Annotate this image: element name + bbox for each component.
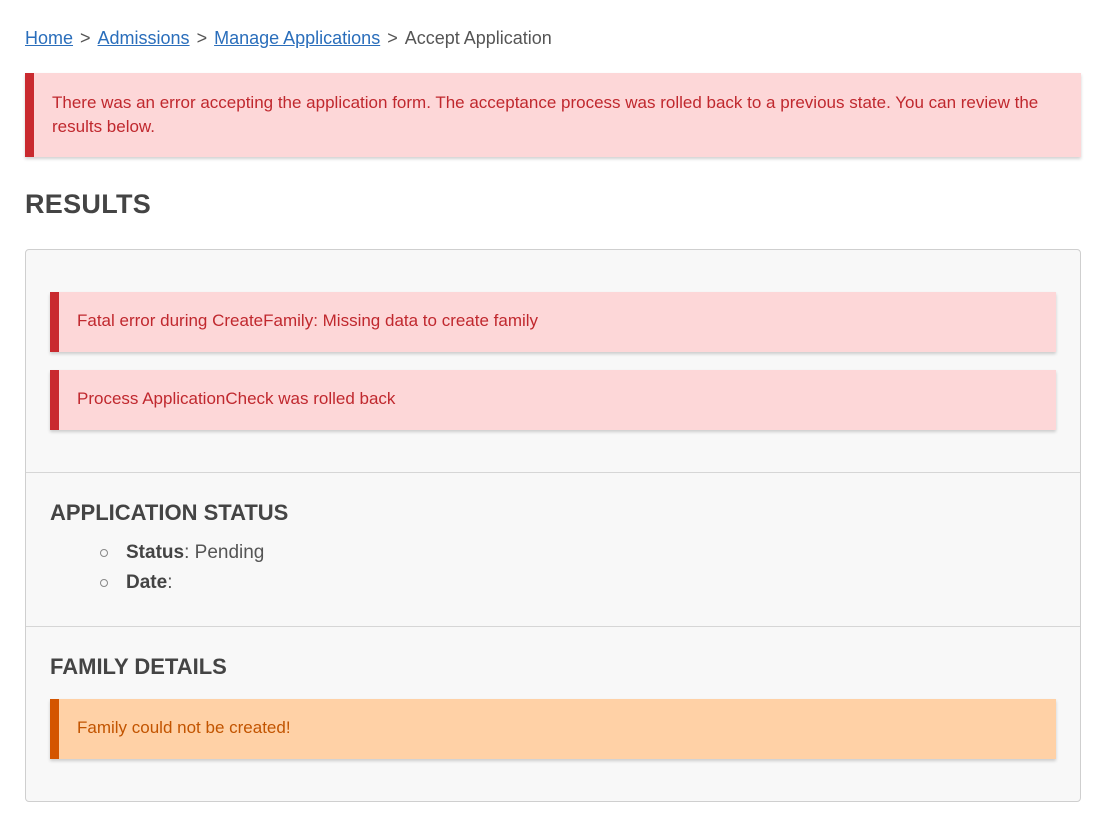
breadcrumb-home-link[interactable]: Home — [25, 28, 73, 48]
status-label: Status — [126, 542, 185, 563]
fatal-error-message: Fatal error during CreateFamily: Missing… — [77, 311, 539, 330]
breadcrumb-separator: > — [196, 28, 208, 48]
error-alert-message: There was an error accepting the applica… — [52, 93, 1039, 136]
section-divider — [26, 626, 1080, 627]
application-status-list: Status: Pending Date: — [100, 538, 264, 598]
breadcrumb-manage-applications-link[interactable]: Manage Applications — [214, 28, 380, 48]
breadcrumb: Home > Admissions > Manage Applications > Acce… — [25, 26, 552, 50]
breadcrumb-separator: > — [80, 28, 91, 48]
section-divider — [26, 472, 1080, 473]
fatal-error-alert: Fatal error during CreateFamily: Missing… — [50, 292, 1056, 352]
breadcrumb-separator: > — [387, 28, 398, 48]
family-warning-alert: Family could not be created! — [50, 699, 1056, 759]
application-status-title: APPLICATION STATUS — [50, 500, 289, 525]
circle-bullet-icon — [100, 549, 108, 557]
results-title: RESULTS — [25, 189, 152, 219]
error-alert: There was an error accepting the applica… — [25, 73, 1081, 157]
results-panel: Fatal error during CreateFamily: Missing… — [25, 249, 1081, 802]
circle-bullet-icon — [100, 579, 108, 587]
breadcrumb-admissions-link[interactable]: Admissions — [98, 28, 190, 48]
rollback-error-message: Process ApplicationCheck was rolled back — [77, 389, 396, 408]
status-item: Status: Pending — [100, 538, 264, 568]
family-warning-message: Family could not be created! — [77, 718, 291, 737]
status-value: Pending — [194, 542, 265, 563]
breadcrumb-current: Accept Application — [404, 28, 552, 48]
date-item: Date: — [100, 568, 264, 598]
rollback-error-alert: Process ApplicationCheck was rolled back — [50, 370, 1056, 430]
family-details-title: FAMILY DETAILS — [50, 654, 227, 679]
date-label: Date — [126, 572, 168, 593]
